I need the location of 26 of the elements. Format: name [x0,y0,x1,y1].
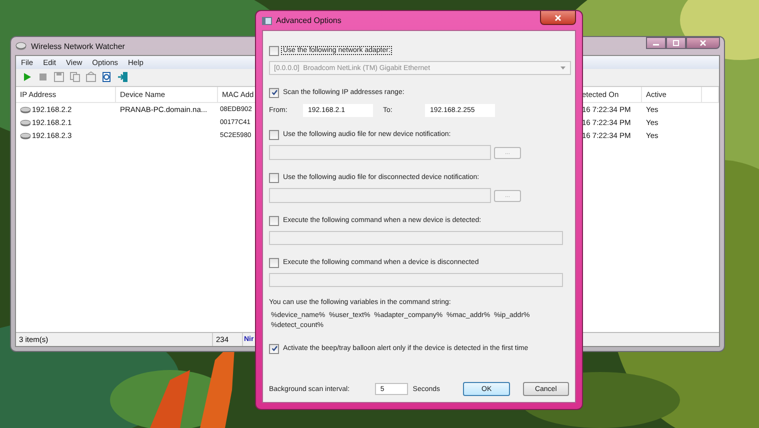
checkbox[interactable] [269,88,279,98]
maximize-icon [671,39,681,47]
checkbox[interactable] [269,130,279,140]
network-device-icon [15,41,27,51]
network-device-icon [20,106,31,114]
stop-icon [36,71,48,83]
toolbar-button[interactable] [116,71,129,84]
toolbar-button[interactable] [100,71,113,84]
network-device-icon [20,132,31,140]
network-device-icon [20,118,31,126]
window-title: Wireless Network Watcher [31,42,125,50]
checkbox[interactable] [269,258,279,268]
maximize-button[interactable] [666,37,686,49]
window-icon [262,16,272,24]
close-icon [698,39,708,47]
close-button[interactable] [540,11,576,25]
minimize-button[interactable] [646,37,666,49]
checkbox[interactable] [269,344,279,354]
checkbox[interactable] [269,216,279,226]
close-button[interactable] [686,37,720,49]
document-icon [100,71,112,83]
close-icon [553,14,563,22]
checkbox[interactable] [269,172,279,182]
checkbox[interactable] [269,46,279,56]
exit-icon [116,71,128,83]
dialog-title: Advanced Options [276,16,342,25]
